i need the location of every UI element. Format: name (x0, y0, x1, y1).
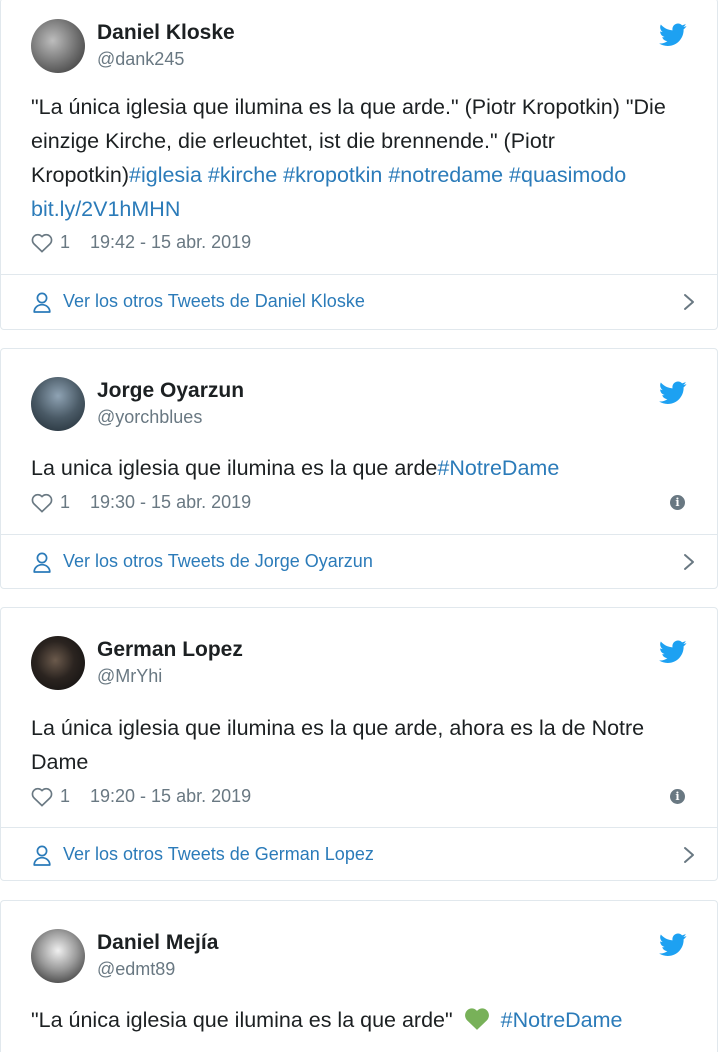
tweet-text: La única iglesia que ilumina es la que a… (31, 711, 691, 779)
tweet-card: Daniel Kloske @dank245 "La única iglesia… (0, 0, 718, 330)
tweet-text-body: La única iglesia que ilumina es la que a… (31, 716, 645, 774)
tweet-timestamp[interactable]: 19:20 - 15 abr. 2019 (90, 786, 251, 807)
tweet-card: German Lopez @MrYhi La única iglesia que… (0, 607, 718, 881)
info-icon[interactable]: i (670, 789, 685, 804)
tweet-text: "La única iglesia que ilumina es la que … (31, 90, 691, 226)
author-name[interactable]: German Lopez (97, 638, 243, 662)
avatar[interactable] (31, 19, 85, 73)
author-name[interactable]: Jorge Oyarzun (97, 379, 244, 403)
avatar[interactable] (31, 929, 85, 983)
tweet-text: "La única iglesia que ilumina es la que … (31, 1003, 691, 1037)
heart-outline-icon[interactable] (31, 493, 53, 513)
twitter-bird-icon[interactable] (659, 640, 687, 664)
author-handle[interactable]: @yorchblues (97, 407, 202, 428)
person-icon (33, 552, 51, 573)
view-more-label: Ver los otros Tweets de Daniel Kloske (63, 291, 365, 311)
view-more-tweets-link[interactable]: Ver los otros Tweets de German Lopez (1, 828, 717, 882)
twitter-bird-icon[interactable] (659, 933, 687, 957)
view-more-tweets-link[interactable]: Ver los otros Tweets de Daniel Kloske (1, 275, 717, 329)
heart-outline-icon[interactable] (31, 233, 53, 253)
green-heart-icon (464, 1008, 489, 1030)
tweet-link[interactable]: bit.ly/2V1hMHN (31, 192, 691, 226)
tweet-meta: 1 19:42 - 15 abr. 2019 (31, 232, 691, 256)
person-icon (33, 845, 51, 866)
tweet-text-body: "La única iglesia que ilumina es la que … (31, 1008, 453, 1032)
like-count: 1 (60, 786, 71, 806)
author-handle[interactable]: @edmt89 (97, 959, 175, 980)
chevron-right-icon (683, 553, 695, 571)
tweet-hashtags[interactable]: #iglesia #kirche #kropotkin #notredame #… (129, 163, 626, 187)
author-handle[interactable]: @MrYhi (97, 666, 162, 687)
author-name[interactable]: Daniel Kloske (97, 21, 235, 45)
tweet-timestamp[interactable]: 19:30 - 15 abr. 2019 (90, 492, 251, 513)
tweet-meta: 1 19:20 - 15 abr. 2019 i (31, 786, 691, 810)
chevron-right-icon (683, 293, 695, 311)
avatar[interactable] (31, 636, 85, 690)
tweet-meta: 1 19:30 - 15 abr. 2019 i (31, 492, 691, 516)
tweet-hashtags[interactable]: #NotreDame (437, 456, 559, 480)
like-count: 1 (60, 232, 71, 252)
info-icon[interactable]: i (670, 495, 685, 510)
tweet-hashtags[interactable]: #NotreDame (501, 1008, 623, 1032)
view-more-tweets-link[interactable]: Ver los otros Tweets de Jorge Oyarzun (1, 535, 717, 589)
chevron-right-icon (683, 846, 695, 864)
view-more-label: Ver los otros Tweets de Jorge Oyarzun (63, 551, 373, 571)
tweet-text-body: La unica iglesia que ilumina es la que a… (31, 456, 438, 480)
tweet-card: Daniel Mejía @edmt89 "La única iglesia q… (0, 900, 718, 1052)
tweet-header: Daniel Kloske @dank245 (31, 19, 691, 73)
tweet-header: Daniel Mejía @edmt89 (31, 929, 691, 983)
view-more-label: Ver los otros Tweets de German Lopez (63, 844, 374, 864)
like-count: 1 (60, 492, 71, 512)
avatar[interactable] (31, 377, 85, 431)
tweet-timestamp[interactable]: 19:42 - 15 abr. 2019 (90, 232, 251, 253)
twitter-bird-icon[interactable] (659, 381, 687, 405)
author-name[interactable]: Daniel Mejía (97, 931, 218, 955)
person-icon (33, 292, 51, 313)
tweet-text: La unica iglesia que ilumina es la que a… (31, 451, 691, 485)
tweet-header: German Lopez @MrYhi (31, 636, 691, 690)
tweet-header: Jorge Oyarzun @yorchblues (31, 377, 691, 431)
twitter-bird-icon[interactable] (659, 23, 687, 47)
tweet-card: Jorge Oyarzun @yorchblues La unica igles… (0, 348, 718, 589)
author-handle[interactable]: @dank245 (97, 49, 184, 70)
heart-outline-icon[interactable] (31, 787, 53, 807)
